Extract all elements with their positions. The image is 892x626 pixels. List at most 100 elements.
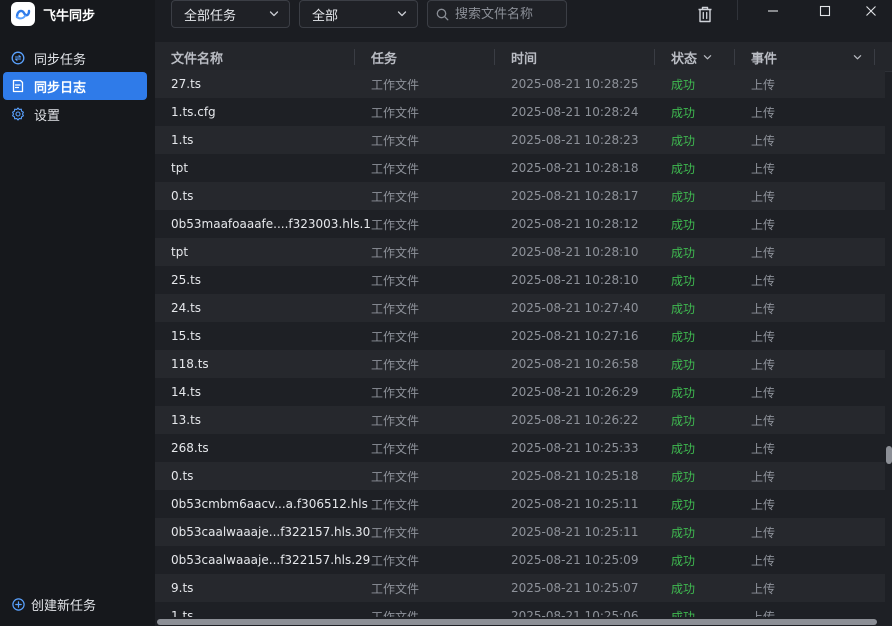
cell-status: 成功 [671, 273, 696, 288]
app-window: 飞牛同步 同步任务 同步日志 设置 创建新任务 全部任务 全部 搜索文件名称 文… [0, 0, 892, 626]
column-header-event[interactable]: 事件 [751, 42, 862, 72]
maximize-icon [819, 5, 831, 17]
type-filter-value: 全部 [312, 8, 339, 24]
minimize-icon [768, 10, 778, 12]
table-row[interactable]: 15.ts 工作文件 2025-08-21 10:27:16 成功 上传 [155, 322, 885, 350]
cell-filename: 27.ts [171, 77, 202, 91]
cell-event: 上传 [751, 105, 776, 120]
cell-event: 上传 [751, 161, 776, 176]
cell-task: 工作文件 [371, 553, 420, 568]
search-box [427, 0, 567, 28]
minimize-button[interactable] [755, 0, 791, 22]
cell-time: 2025-08-21 10:28:10 [511, 245, 639, 259]
cell-task: 工作文件 [371, 581, 420, 596]
brand: 飞牛同步 [11, 2, 95, 26]
cell-event: 上传 [751, 581, 776, 596]
table-row[interactable]: 118.ts 工作文件 2025-08-21 10:26:58 成功 上传 [155, 350, 885, 378]
sidebar-item-label: 同步日志 [34, 80, 87, 96]
sidebar-item-sync-tasks[interactable]: 同步任务 [3, 44, 147, 72]
chevron-down-icon [397, 11, 407, 17]
cell-filename: 118.ts [171, 357, 209, 371]
table-row[interactable]: 24.ts 工作文件 2025-08-21 10:27:40 成功 上传 [155, 294, 885, 322]
close-button[interactable] [853, 0, 889, 22]
table-row[interactable]: 0b53maafoaaafe....f323003.hls.1 工作文件 2025-… [155, 210, 885, 238]
table-header: 文件名称 任务 时间 状态 事件 [155, 42, 892, 72]
sidebar: 飞牛同步 同步任务 同步日志 设置 创建新任务 [0, 0, 155, 626]
cell-filename: 13.ts [171, 413, 202, 427]
cell-time: 2025-08-21 10:28:24 [511, 105, 639, 119]
clear-log-button[interactable] [695, 4, 715, 24]
sidebar-item-settings[interactable]: 设置 [3, 100, 147, 128]
cell-time: 2025-08-21 10:28:25 [511, 77, 639, 91]
column-header-status[interactable]: 状态 [671, 42, 712, 72]
table-row[interactable]: 25.ts 工作文件 2025-08-21 10:28:10 成功 上传 [155, 266, 885, 294]
create-task-label: 创建新任务 [31, 598, 97, 614]
table-row[interactable]: 9.ts 工作文件 2025-08-21 10:25:07 成功 上传 [155, 574, 885, 602]
task-filter-select[interactable]: 全部任务 [171, 0, 290, 28]
cell-filename: 0.ts [171, 469, 194, 483]
cell-task: 工作文件 [371, 329, 420, 344]
table-row[interactable]: tpt 工作文件 2025-08-21 10:28:18 成功 上传 [155, 154, 885, 182]
cell-filename: 0b53caalwaaaje...f322157.hls.29 [171, 553, 371, 567]
cell-filename: 0b53caalwaaaje...f322157.hls.30 [171, 525, 371, 539]
cell-time: 2025-08-21 10:28:23 [511, 133, 639, 147]
table-row[interactable]: 0b53caalwaaaje...f322157.hls.29 工作文件 2025-… [155, 546, 885, 574]
log-table: 文件名称 任务 时间 状态 事件 27.ts 工作文件 2025-08-21 1… [155, 42, 892, 626]
table-row[interactable]: 0b53cmbm6aacv...a.f306512.hls 工作文件 2025-08… [155, 490, 885, 518]
cell-task: 工作文件 [371, 133, 420, 148]
cell-task: 工作文件 [371, 161, 420, 176]
cell-task: 工作文件 [371, 441, 420, 456]
cell-status: 成功 [671, 245, 696, 260]
app-title: 飞牛同步 [43, 8, 96, 24]
gear-icon [11, 107, 25, 121]
table-row[interactable]: 13.ts 工作文件 2025-08-21 10:26:22 成功 上传 [155, 406, 885, 434]
table-row[interactable]: 0b53caalwaaaje...f322157.hls.30 工作文件 2025-… [155, 518, 885, 546]
vertical-scrollbar[interactable] [886, 446, 892, 464]
cell-filename: 9.ts [171, 581, 194, 595]
table-row[interactable]: 268.ts 工作文件 2025-08-21 10:25:33 成功 上传 [155, 434, 885, 462]
cell-time: 2025-08-21 10:25:11 [511, 497, 639, 511]
sidebar-item-sync-log[interactable]: 同步日志 [3, 72, 147, 100]
table-row[interactable]: 27.ts 工作文件 2025-08-21 10:28:25 成功 上传 [155, 70, 885, 98]
cell-event: 上传 [751, 133, 776, 148]
column-header-task: 任务 [371, 51, 398, 67]
cell-filename: tpt [171, 161, 189, 175]
chevron-down-icon [853, 55, 862, 60]
cell-status: 成功 [671, 301, 696, 316]
create-task-button[interactable]: 创建新任务 [12, 594, 96, 614]
cell-status: 成功 [671, 77, 696, 92]
cell-status: 成功 [671, 413, 696, 428]
column-divider [654, 49, 655, 65]
cell-task: 工作文件 [371, 189, 420, 204]
table-row[interactable]: 0.ts 工作文件 2025-08-21 10:28:17 成功 上传 [155, 182, 885, 210]
cell-event: 上传 [751, 413, 776, 428]
cell-task: 工作文件 [371, 301, 420, 316]
column-divider [354, 49, 355, 65]
cell-event: 上传 [751, 525, 776, 540]
sidebar-nav: 同步任务 同步日志 设置 [3, 44, 147, 128]
table-row[interactable]: 14.ts 工作文件 2025-08-21 10:26:29 成功 上传 [155, 378, 885, 406]
cell-status: 成功 [671, 105, 696, 120]
cell-filename: 1.ts.cfg [171, 105, 216, 119]
cell-task: 工作文件 [371, 105, 420, 120]
cell-task: 工作文件 [371, 357, 420, 372]
maximize-button[interactable] [807, 0, 843, 22]
horizontal-scrollbar[interactable] [157, 619, 877, 625]
cell-status: 成功 [671, 525, 696, 540]
table-row[interactable]: 1.ts.cfg 工作文件 2025-08-21 10:28:24 成功 上传 [155, 98, 885, 126]
cell-filename: 0.ts [171, 189, 194, 203]
search-input[interactable] [455, 6, 565, 22]
type-filter-select[interactable]: 全部 [299, 0, 418, 28]
table-row[interactable]: 0.ts 工作文件 2025-08-21 10:25:18 成功 上传 [155, 462, 885, 490]
trash-icon [698, 6, 712, 22]
cell-event: 上传 [751, 77, 776, 92]
table-row[interactable]: 1.ts 工作文件 2025-08-21 10:28:23 成功 上传 [155, 126, 885, 154]
cell-filename: 0b53cmbm6aacv...a.f306512.hls [171, 497, 368, 511]
cell-filename: tpt [171, 245, 189, 259]
sidebar-item-label: 同步任务 [34, 52, 87, 68]
cell-time: 2025-08-21 10:26:22 [511, 413, 639, 427]
toolbar: 全部任务 全部 [155, 0, 892, 40]
cell-status: 成功 [671, 329, 696, 344]
sync-icon [11, 51, 25, 65]
table-row[interactable]: tpt 工作文件 2025-08-21 10:28:10 成功 上传 [155, 238, 885, 266]
